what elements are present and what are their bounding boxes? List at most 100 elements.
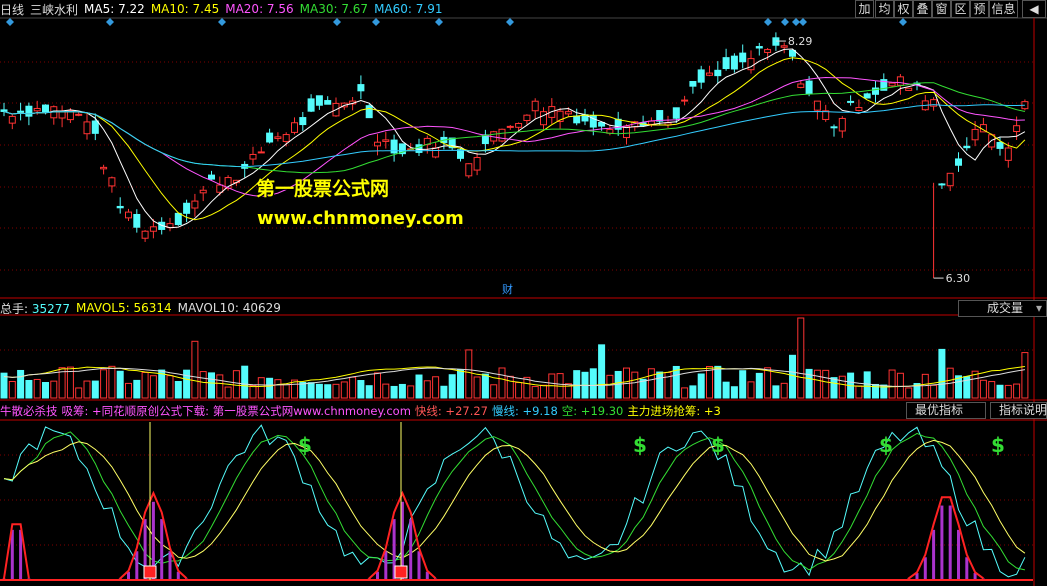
toolbar-button-8[interactable]: ◀ [1022, 0, 1046, 18]
stock-chart-window: 6.30 8.29 财 $ $ $ $ $ 日线 三峡水利 MA5: 7.22 MA10: 7.… [0, 0, 1047, 586]
volume-bar [232, 370, 240, 399]
accumulation-bar [409, 519, 413, 580]
toolbar-button-6[interactable]: 预 [970, 0, 989, 18]
accumulation-bar [384, 551, 388, 580]
candle-body [108, 177, 116, 187]
candle-body [473, 157, 481, 171]
accumulation-curve [907, 496, 984, 580]
candle-body [564, 111, 572, 115]
candle-body [432, 147, 440, 158]
candle-body [996, 141, 1004, 149]
indicator-kuai: 快线: +27.27 [414, 404, 488, 418]
chart-canvas: 6.30 8.29 财 $ $ $ $ $ [0, 17, 1047, 586]
volume-bar [1021, 352, 1029, 399]
volume-bar [730, 386, 738, 399]
volume-bar [639, 378, 647, 399]
volume-bar [83, 380, 91, 399]
volume-bar [299, 381, 307, 399]
toolbar-button-5[interactable]: 区 [951, 0, 970, 18]
candle-body [191, 200, 199, 209]
candle-body [805, 80, 813, 95]
volume-bar [930, 384, 938, 399]
volume-total-label: 总手: 35277 [0, 301, 71, 316]
volume-bar [979, 379, 987, 399]
volume-bar [755, 372, 763, 399]
candle-body [963, 145, 971, 149]
candle-body [523, 114, 531, 122]
candle-body [855, 107, 863, 111]
candle-body [257, 151, 265, 154]
finance-marker: 财 [502, 282, 513, 296]
price-header: 日线 三峡水利 MA5: 7.22 MA10: 7.45 MA20: 7.56 MA3… [0, 0, 850, 18]
toolbar-button-1[interactable]: 均 [875, 0, 894, 18]
volume-bar [432, 376, 440, 399]
volume-bar [465, 349, 473, 399]
volume-bar [257, 377, 265, 399]
candle-body [274, 136, 282, 139]
volume-bar [988, 381, 996, 399]
indicator-zhuli: 主力进场抢筹: +3 [627, 404, 721, 418]
volume-bar [473, 376, 481, 399]
volume-bar [822, 369, 830, 399]
candle-body [506, 125, 514, 128]
volume-bar [407, 385, 415, 399]
toolbar-button-0[interactable]: 加 [855, 0, 874, 18]
candle-body [830, 126, 838, 129]
entry-marker [143, 565, 157, 579]
volume-bar [440, 385, 448, 399]
signal-diamond [899, 18, 907, 26]
volume-bar [540, 384, 547, 399]
candle-body [722, 57, 730, 70]
signal-diamond [333, 18, 341, 26]
candle-body [739, 52, 747, 63]
candle-body [747, 58, 755, 71]
volume-bar [266, 377, 274, 399]
candle-body [1013, 125, 1021, 132]
toolbar-button-4[interactable]: 窗 [932, 0, 951, 18]
candle-body [706, 72, 713, 76]
candle-body [813, 100, 821, 111]
toolbar-button-2[interactable]: 权 [894, 0, 913, 18]
ma-label-4: MA60: 7.91 [374, 2, 443, 16]
candle-body [888, 82, 896, 87]
ma-label-0: MA5: 7.22 [84, 2, 145, 16]
volume-indicator-select[interactable]: 成交量 ▾ [958, 300, 1047, 317]
signal-diamond [6, 18, 14, 26]
volume-bar [789, 354, 796, 399]
candle-body [689, 81, 697, 87]
volume-bar [307, 382, 315, 399]
volume-bar [515, 382, 523, 399]
accumulation-bar [160, 519, 164, 580]
accumulation-bar [168, 551, 172, 580]
signal-diamond [792, 18, 800, 26]
volume-bar [938, 348, 946, 399]
indicator-help-button[interactable]: 指标说明 [990, 402, 1047, 419]
volume-bar [896, 372, 904, 399]
candle-body [382, 139, 390, 142]
indicator-man: 慢线: +9.18 [492, 404, 558, 418]
accumulation-bar [923, 557, 927, 580]
volume-bar [498, 367, 506, 399]
indicator-header: 牛散必杀技 吸筹: +同花顺原创公式下载: 第一股票公式网www.chnmone… [0, 402, 727, 420]
volume-bar [8, 380, 16, 399]
candle-body [863, 93, 871, 99]
candle-body [730, 55, 738, 70]
candle-body [465, 163, 473, 177]
toolbar-button-3[interactable]: 叠 [913, 0, 932, 18]
volume-bar [423, 380, 431, 399]
volume-bar [216, 374, 224, 399]
toolbar-button-7[interactable]: 信息 [989, 0, 1018, 18]
candle-body [307, 98, 315, 112]
best-indicator-button[interactable]: 最优指标 [906, 402, 986, 419]
volume-bar [249, 384, 257, 399]
signal-diamond [372, 18, 380, 26]
volume-bar [490, 384, 498, 399]
candle-body [847, 100, 855, 103]
period-label[interactable]: 日线 [0, 1, 24, 18]
volume-bar [647, 368, 655, 399]
volume-bar [183, 369, 191, 399]
volume-bar [830, 377, 838, 399]
volume-bar [888, 369, 896, 399]
volume-bar [697, 373, 705, 399]
candle-body [8, 115, 16, 124]
